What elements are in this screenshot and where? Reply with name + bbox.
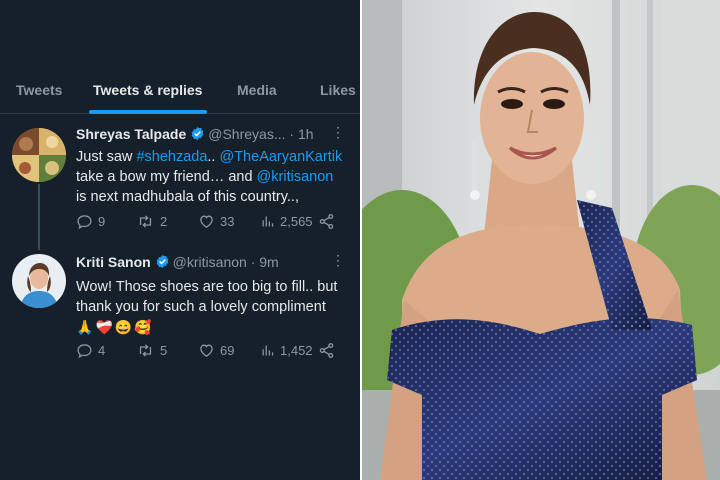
- retweet-icon: [139, 215, 152, 228]
- hashtag-link[interactable]: #shehzada: [136, 149, 207, 165]
- tweet-kriti[interactable]: Kriti Sanon @kritisanon · 9m ⋮ Wow! Those…: [0, 252, 360, 372]
- avatar-kriti[interactable]: [12, 254, 66, 308]
- views-button[interactable]: 1,452: [260, 342, 313, 359]
- share-button[interactable]: [318, 342, 335, 359]
- reply-icon: [77, 215, 92, 230]
- more-icon[interactable]: ⋮: [331, 124, 345, 141]
- tweet-shreyas[interactable]: Shreyas Talpade @Shreyas... · 1h ⋮ Just s…: [0, 124, 360, 250]
- mention-link[interactable]: @TheAaryanKartik: [219, 149, 342, 165]
- author-handle[interactable]: @kritisanon: [173, 254, 247, 270]
- emoji: ❤️‍🩹: [95, 319, 113, 335]
- tab-tweets-and-replies[interactable]: Tweets & replies: [93, 82, 202, 98]
- share-icon: [319, 343, 334, 358]
- reply-button[interactable]: 9: [76, 213, 105, 230]
- views-icon: [262, 216, 274, 227]
- retweet-button[interactable]: 5: [136, 342, 167, 359]
- tweet-text: Just saw #shehzada.. @TheAaryanKartik ta…: [76, 149, 343, 205]
- tweet-actions: 9 2 33 2,565: [76, 213, 346, 231]
- author-name[interactable]: Shreyas Talpade: [76, 126, 186, 142]
- more-icon[interactable]: ⋮: [331, 252, 345, 269]
- tweet-header: Shreyas Talpade @Shreyas... · 1h ⋮: [76, 124, 345, 144]
- avatar-shreyas[interactable]: [12, 128, 66, 182]
- tweet-text: Wow! Those shoes are too big to fill.. b…: [76, 279, 338, 335]
- tab-media[interactable]: Media: [237, 82, 277, 98]
- tweet-header: Kriti Sanon @kritisanon · 9m ⋮: [76, 252, 345, 272]
- like-button[interactable]: 33: [198, 213, 234, 230]
- thread-connector: [38, 184, 40, 250]
- author-name[interactable]: Kriti Sanon: [76, 254, 151, 270]
- retweet-button[interactable]: 2: [136, 213, 167, 230]
- celebrity-photo: [362, 0, 720, 480]
- views-button[interactable]: 2,565: [260, 213, 313, 230]
- share-button[interactable]: [318, 213, 335, 230]
- reply-button[interactable]: 4: [76, 342, 105, 359]
- tab-tweets[interactable]: Tweets: [16, 82, 62, 98]
- twitter-profile-panel: Tweets Tweets & replies Media Likes Shre…: [0, 0, 360, 480]
- profile-tabs: Tweets Tweets & replies Media Likes: [0, 70, 360, 114]
- author-handle[interactable]: @Shreyas...: [208, 126, 285, 142]
- verified-badge-icon: [190, 126, 205, 144]
- views-icon: [262, 345, 274, 356]
- reply-icon: [77, 344, 92, 359]
- tab-likes[interactable]: Likes: [320, 82, 356, 98]
- like-button[interactable]: 69: [198, 342, 234, 359]
- like-icon: [200, 344, 213, 357]
- mention-link[interactable]: @kritisanon: [257, 169, 334, 185]
- retweet-icon: [139, 344, 152, 357]
- tweet-actions: 4 5 69 1,452: [76, 342, 346, 360]
- tweet-time[interactable]: 1h: [298, 126, 314, 142]
- emoji: 🙏: [76, 319, 94, 335]
- verified-badge-icon: [155, 254, 170, 272]
- emoji: 😄: [114, 319, 133, 335]
- share-icon: [319, 214, 334, 229]
- emoji: 🥰: [134, 319, 152, 335]
- like-icon: [200, 215, 213, 228]
- tweet-time[interactable]: 9m: [259, 254, 278, 270]
- active-tab-indicator: [89, 110, 207, 114]
